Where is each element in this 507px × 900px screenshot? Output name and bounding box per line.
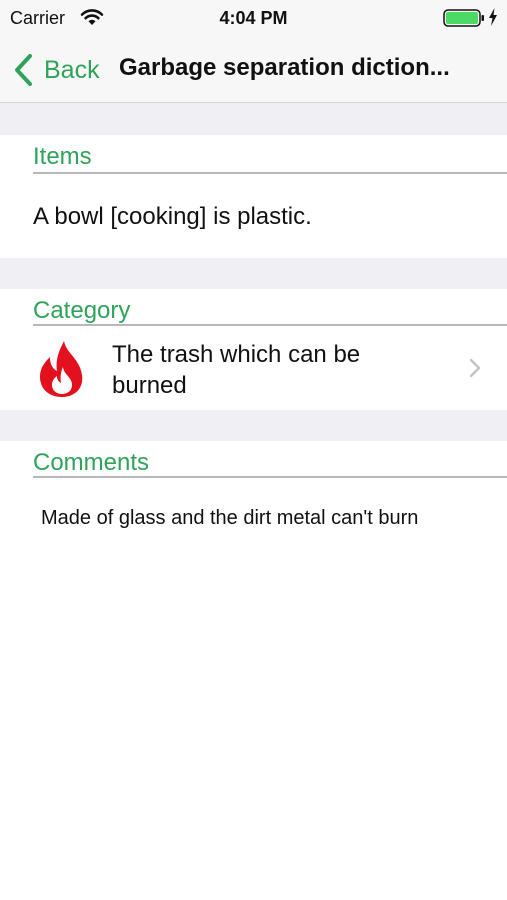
comments-divider bbox=[33, 476, 507, 478]
back-button[interactable]: Back bbox=[12, 50, 100, 90]
battery-icon bbox=[443, 9, 484, 27]
fire-icon bbox=[40, 341, 83, 397]
category-value: The trash which can be burned bbox=[112, 341, 361, 399]
page-title: Garbage separation diction... bbox=[119, 54, 450, 81]
item-value: A bowl [cooking] is plastic. bbox=[33, 203, 312, 230]
category-row[interactable]: The trash which can be burned bbox=[0, 325, 507, 411]
category-section: Category The trash which can be burned bbox=[0, 289, 507, 410]
chevron-right-icon bbox=[469, 358, 481, 378]
clock: 4:04 PM bbox=[219, 8, 288, 28]
items-section: Items A bowl [cooking] is plastic. bbox=[0, 135, 507, 258]
section-separator bbox=[0, 258, 507, 289]
chevron-left-icon bbox=[15, 54, 32, 86]
items-header: Items bbox=[33, 143, 92, 170]
section-separator bbox=[0, 103, 507, 135]
back-label: Back bbox=[44, 55, 100, 84]
section-separator bbox=[0, 410, 507, 441]
comments-header: Comments bbox=[33, 449, 150, 476]
navigation-bar: Back Garbage separation diction... bbox=[0, 36, 507, 103]
comment-value: Made of glass and the dirt metal can't b… bbox=[41, 507, 419, 529]
status-bar: Carrier 4:04 PM bbox=[0, 0, 507, 36]
charging-icon bbox=[489, 8, 497, 26]
comments-section: Comments Made of glass and the dirt meta… bbox=[0, 441, 507, 900]
category-header: Category bbox=[33, 297, 131, 324]
items-divider bbox=[33, 172, 507, 174]
